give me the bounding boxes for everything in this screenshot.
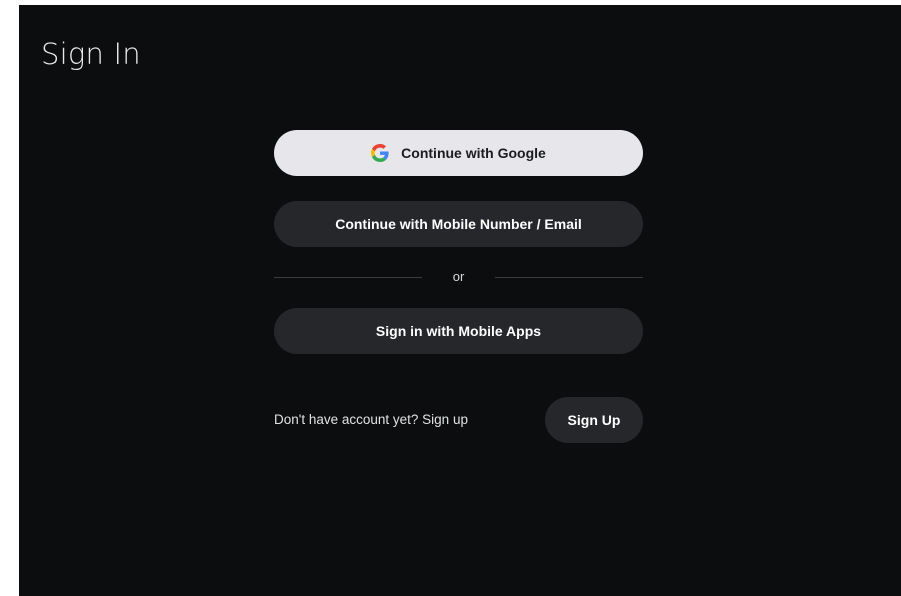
mobile-apps-button-label: Sign in with Mobile Apps [375, 323, 542, 339]
mobile-email-button-label: Continue with Mobile Number / Email [335, 216, 582, 232]
sign-up-button[interactable]: Sign Up [545, 397, 643, 443]
page-title: Sign In [41, 37, 141, 71]
sign-in-with-mobile-apps-button[interactable]: Sign in with Mobile Apps [274, 308, 643, 354]
or-separator: or [274, 267, 643, 287]
continue-with-google-button[interactable]: Continue with Google [274, 130, 643, 176]
separator-line-right [495, 277, 643, 278]
sign-up-button-label: Sign Up [567, 412, 621, 428]
continue-with-mobile-email-button[interactable]: Continue with Mobile Number / Email [274, 201, 643, 247]
sign-in-screen: Sign In Continue with Google Continue wi… [19, 5, 901, 596]
google-button-label: Continue with Google [401, 145, 546, 161]
signup-prompt: Don't have account yet? Sign up [274, 412, 468, 427]
google-logo-icon [371, 144, 389, 162]
